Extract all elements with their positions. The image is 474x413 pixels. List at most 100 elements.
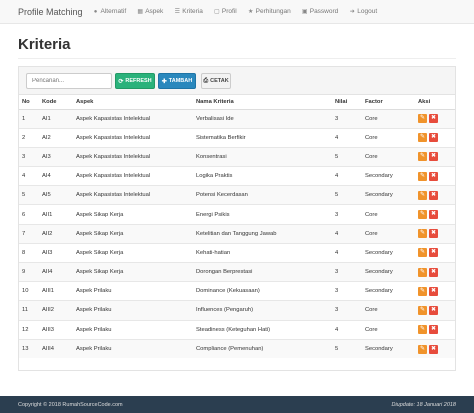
delete-icon[interactable]: ✖ xyxy=(429,267,438,277)
cell-no: 6 xyxy=(19,204,39,225)
cell-aksi: ✎ ✖ xyxy=(415,319,455,340)
cell-factor: Core xyxy=(362,204,415,225)
edit-icon[interactable]: ✎ xyxy=(418,133,427,143)
cell-aksi: ✎ ✖ xyxy=(415,281,455,301)
nav-item-perhitungan[interactable]: ★ Perhitungan xyxy=(248,8,291,15)
cell-nama-kriteria: Steadiness (Keteguhan Hati) xyxy=(193,319,332,340)
cell-aksi: ✎ ✖ xyxy=(415,300,455,321)
logout-icon: ➜ xyxy=(349,8,355,15)
star-icon: ★ xyxy=(247,8,254,15)
cell-aksi: ✎ ✖ xyxy=(415,223,455,244)
cell-nilai: 5 xyxy=(332,146,362,167)
edit-icon[interactable]: ✎ xyxy=(418,267,427,277)
cell-no: 9 xyxy=(19,261,39,282)
refresh-button[interactable]: ⟳ REFRESH xyxy=(115,73,155,89)
cell-aspek: Aspek Prilaku xyxy=(73,319,193,340)
cell-nilai: 3 xyxy=(332,300,362,321)
refresh-icon: ⟳ xyxy=(118,78,124,85)
cell-aspek: Aspek Sikap Kerja xyxy=(73,261,193,282)
column-header-aksi: Aksi xyxy=(415,95,455,110)
cell-nama-kriteria: Ketelitian dan Tanggung Jawab xyxy=(193,223,332,244)
cell-nilai: 3 xyxy=(332,108,362,129)
copyright-text: Copyright © 2018 RumahSourceCode.com xyxy=(18,401,123,408)
table-row: 5 AI5 Aspek Kapasistas Intelektual Potensi … xyxy=(19,185,455,205)
delete-icon[interactable]: ✖ xyxy=(429,171,438,181)
user-icon: ● xyxy=(93,8,98,15)
delete-icon[interactable]: ✖ xyxy=(429,248,438,258)
cell-nama-kriteria: Verbalisasi Ide xyxy=(193,108,332,129)
edit-icon[interactable]: ✎ xyxy=(418,210,427,220)
kriteria-table: No Kode Aspek Nama Kriteria Nilai Factor… xyxy=(19,95,455,359)
cell-aspek: Aspek Prilaku xyxy=(73,338,193,359)
nav-item-logout[interactable]: ➜ Logout xyxy=(349,8,377,15)
edit-icon[interactable]: ✎ xyxy=(418,229,427,239)
table-row: 7 AII2 Aspek Sikap Kerja Ketelitian dan Tan… xyxy=(19,223,455,244)
cell-no: 1 xyxy=(19,108,39,129)
print-button[interactable]: ⎙ CETAK xyxy=(201,73,231,89)
nav-item-alternatif[interactable]: ● Alternatif xyxy=(93,8,126,15)
delete-icon[interactable]: ✖ xyxy=(429,344,438,354)
nav-item-aspek[interactable]: ▦ Aspek xyxy=(137,8,163,15)
cell-no: 12 xyxy=(19,319,39,340)
cell-aspek: Aspek Kapasistas Intelektual xyxy=(73,166,193,186)
column-header-factor: Factor xyxy=(362,95,415,110)
delete-icon[interactable]: ✖ xyxy=(429,229,438,239)
cell-aspek: Aspek Sikap Kerja xyxy=(73,223,193,244)
column-header-kode: Kode xyxy=(39,95,73,110)
edit-icon[interactable]: ✎ xyxy=(418,114,427,124)
edit-icon[interactable]: ✎ xyxy=(418,344,427,354)
cell-aspek: Aspek Kapasistas Intelektual xyxy=(73,127,193,148)
edit-icon[interactable]: ✎ xyxy=(418,286,427,296)
delete-icon[interactable]: ✖ xyxy=(429,114,438,124)
cell-kode: AIII2 xyxy=(39,300,73,321)
cell-aspek: Aspek Sikap Kerja xyxy=(73,242,193,263)
cell-nilai: 4 xyxy=(332,166,362,186)
edit-icon[interactable]: ✎ xyxy=(418,305,427,315)
delete-icon[interactable]: ✖ xyxy=(429,133,438,143)
cell-aspek: Aspek Sikap Kerja xyxy=(73,204,193,225)
add-button[interactable]: ✚ TAMBAH xyxy=(158,73,196,89)
delete-icon[interactable]: ✖ xyxy=(429,152,438,162)
delete-icon[interactable]: ✖ xyxy=(429,190,438,200)
cell-nama-kriteria: Kehati-hatian xyxy=(193,242,332,263)
table-row: 10 AIII1 Aspek Prilaku Dominance (Kekuasaan… xyxy=(19,281,455,301)
cell-nama-kriteria: Konsentrasi xyxy=(193,146,332,167)
nav-item-profil[interactable]: ▢ Profil xyxy=(214,8,237,15)
cell-nama-kriteria: Dorongan Berprestasi xyxy=(193,261,332,282)
cell-nilai: 4 xyxy=(332,242,362,263)
cell-no: 4 xyxy=(19,166,39,186)
cell-factor: Secondary xyxy=(362,242,415,263)
cell-nama-kriteria: Influences (Pengaruh) xyxy=(193,300,332,321)
nav-item-password[interactable]: ▣ Password xyxy=(302,8,338,15)
column-header-nilai: Nilai xyxy=(332,95,362,110)
cell-aksi: ✎ ✖ xyxy=(415,185,455,205)
table-row: 9 AII4 Aspek Sikap Kerja Dorongan Berpresta… xyxy=(19,261,455,282)
edit-icon[interactable]: ✎ xyxy=(418,190,427,200)
cell-nilai: 4 xyxy=(332,319,362,340)
cell-nama-kriteria: Logika Praktis xyxy=(193,166,332,186)
list-icon: ☰ xyxy=(174,8,180,15)
edit-icon[interactable]: ✎ xyxy=(418,152,427,162)
brand-link[interactable]: Profile Matching xyxy=(18,7,83,17)
cell-aspek: Aspek Prilaku xyxy=(73,300,193,321)
kriteria-panel: ⟳REFRESH ✚TAMBAH ⎙CETAK No Kode Aspek Na… xyxy=(18,66,456,371)
edit-icon[interactable]: ✎ xyxy=(418,171,427,181)
cell-aspek: Aspek Kapasistas Intelektual xyxy=(73,146,193,167)
cell-aksi: ✎ ✖ xyxy=(415,242,455,263)
search-input[interactable] xyxy=(26,73,112,89)
delete-icon[interactable]: ✖ xyxy=(429,325,438,335)
cell-kode: AII1 xyxy=(39,204,73,225)
cell-kode: AIII3 xyxy=(39,319,73,340)
edit-icon[interactable]: ✎ xyxy=(418,248,427,258)
nav-item-kriteria[interactable]: ☰ Kriteria xyxy=(174,8,203,15)
delete-icon[interactable]: ✖ xyxy=(429,286,438,296)
cell-factor: Secondary xyxy=(362,338,415,359)
delete-icon[interactable]: ✖ xyxy=(429,210,438,220)
edit-icon[interactable]: ✎ xyxy=(418,325,427,335)
cell-no: 3 xyxy=(19,146,39,167)
cell-no: 10 xyxy=(19,281,39,301)
cell-no: 8 xyxy=(19,242,39,263)
cell-nama-kriteria: Potensi Kecerdasan xyxy=(193,185,332,205)
table-row: 2 AI2 Aspek Kapasistas Intelektual Sistemat… xyxy=(19,127,455,148)
delete-icon[interactable]: ✖ xyxy=(429,305,438,315)
